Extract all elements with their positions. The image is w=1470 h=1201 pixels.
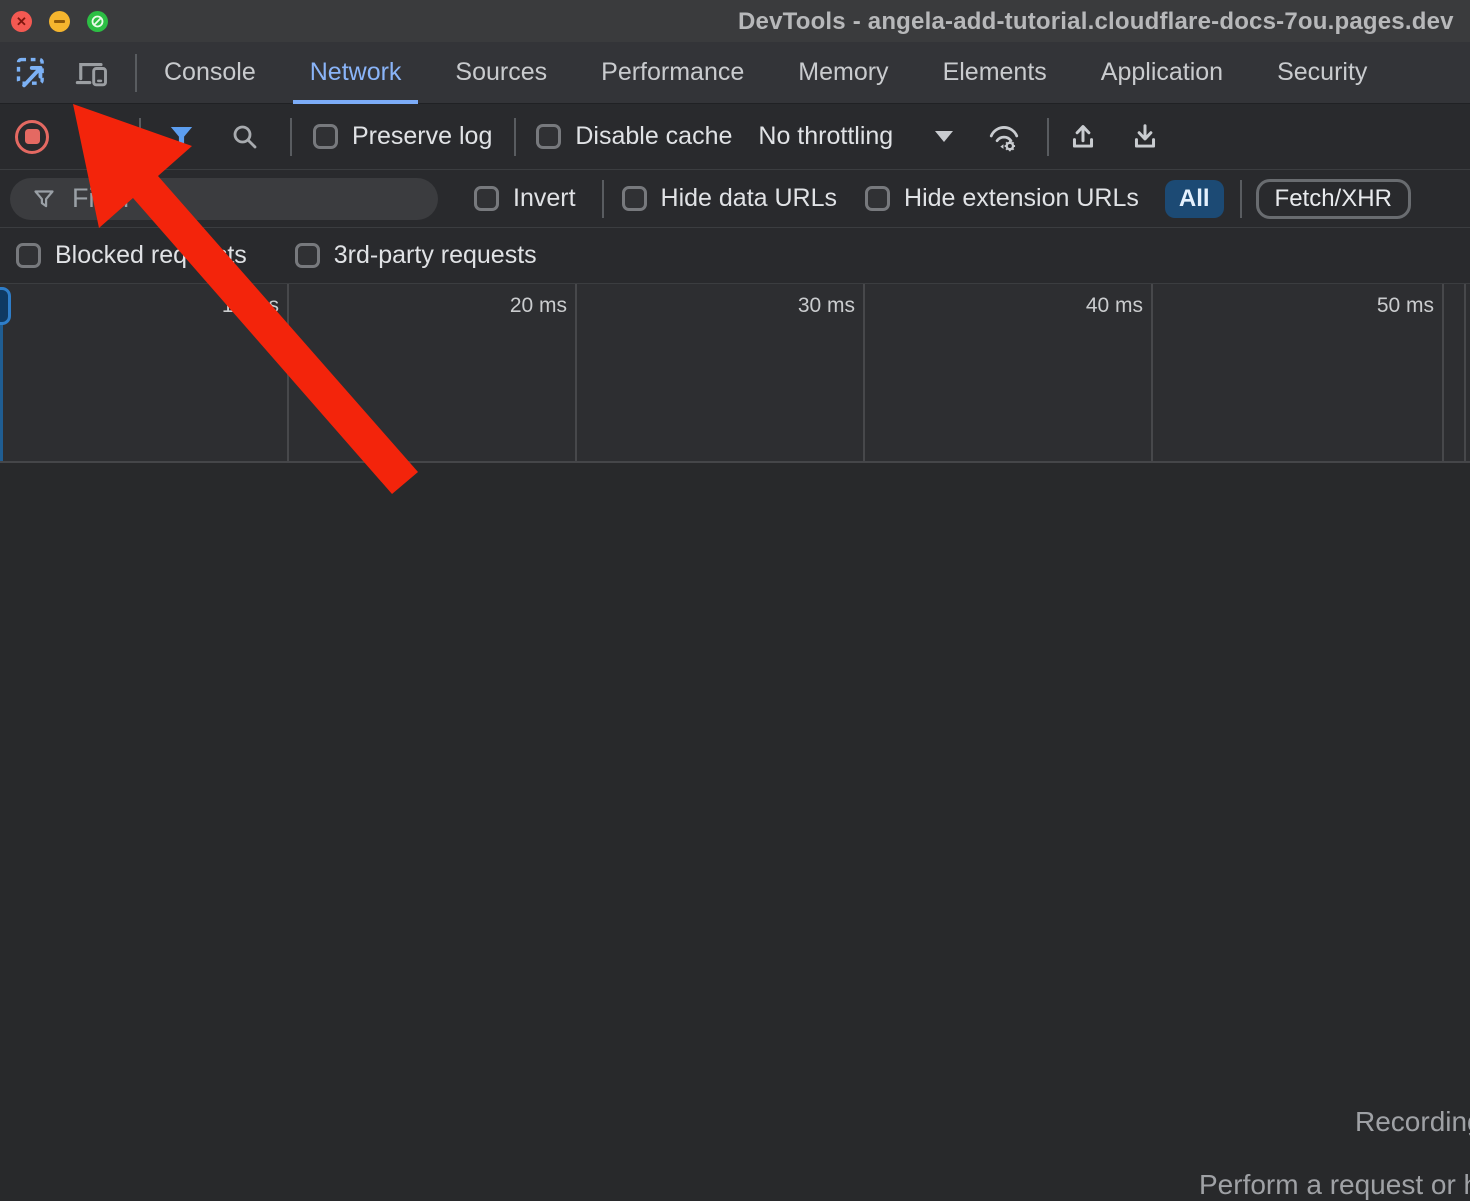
filterbar-separator: [602, 180, 604, 218]
request-type-fetch-xhr-chip[interactable]: Fetch/XHR: [1256, 179, 1411, 219]
search-icon: [231, 123, 259, 151]
toolbar-separator: [1047, 118, 1049, 156]
export-har-button[interactable]: [1129, 121, 1161, 153]
search-button[interactable]: [231, 123, 259, 151]
gridline-30ms: [863, 284, 865, 461]
clear-icon: [80, 122, 110, 152]
network-conditions-button[interactable]: [987, 121, 1021, 153]
gridline-40ms: [1151, 284, 1153, 461]
minimize-icon: [54, 20, 65, 23]
overview-selection-line: [0, 324, 3, 461]
request-type-all-chip[interactable]: All: [1165, 180, 1224, 218]
tick-label: 40 ms: [993, 294, 1143, 318]
toggle-device-toolbar-button[interactable]: [73, 54, 111, 92]
checkbox-box: [16, 243, 41, 268]
filter-funnel-outline-icon: [32, 187, 56, 211]
tick-label: 10 ms: [129, 294, 279, 318]
close-window-button[interactable]: ✕: [11, 11, 32, 32]
filter-input[interactable]: [72, 183, 412, 214]
tick-label: 20 ms: [417, 294, 567, 318]
window-titlebar: ✕ DevTools - angela-add-tutorial.cloudfl…: [0, 0, 1470, 42]
toolbar-separator: [139, 118, 141, 156]
traffic-lights: ✕: [11, 11, 108, 32]
invert-checkbox[interactable]: Invert: [474, 184, 576, 213]
overview-right-edge: [1464, 284, 1466, 461]
zoom-window-button[interactable]: [87, 11, 108, 32]
hide-data-urls-checkbox[interactable]: Hide data URLs: [622, 184, 837, 213]
tab-application[interactable]: Application: [1074, 42, 1250, 104]
device-toolbar-icon: [74, 55, 110, 91]
checkbox-box: [313, 124, 338, 149]
checkbox-box: [622, 186, 647, 211]
checkbox-box: [474, 186, 499, 211]
tab-security[interactable]: Security: [1250, 42, 1394, 104]
filter-toggle-button[interactable]: [168, 123, 195, 150]
window-title: DevTools - angela-add-tutorial.cloudflar…: [738, 8, 1454, 36]
upload-icon: [1067, 121, 1099, 153]
checkbox-box: [536, 124, 561, 149]
network-toolbar: Preserve log Disable cache No throttling: [0, 104, 1470, 170]
network-filter-bar-2: Blocked requests 3rd-party requests: [0, 228, 1470, 284]
tab-sources[interactable]: Sources: [428, 42, 574, 104]
fullscreen-disabled-icon: [87, 11, 108, 32]
filterbar-separator: [1240, 180, 1242, 218]
blocked-requests-checkbox[interactable]: Blocked requests: [16, 241, 247, 270]
disable-cache-checkbox[interactable]: Disable cache: [536, 122, 732, 151]
checkbox-box: [295, 243, 320, 268]
minimize-window-button[interactable]: [49, 11, 70, 32]
tab-network[interactable]: Network: [283, 42, 429, 104]
wifi-gear-icon: [987, 121, 1021, 153]
gridline-20ms: [575, 284, 577, 461]
download-icon: [1129, 121, 1161, 153]
empty-state-recording-text: Recording network activity…: [1355, 1106, 1470, 1138]
gridline-10ms: [287, 284, 289, 461]
overview-selection-handle[interactable]: [0, 287, 11, 325]
third-party-requests-checkbox[interactable]: 3rd-party requests: [295, 241, 537, 270]
filter-input-wrapper[interactable]: [10, 178, 438, 220]
tab-performance[interactable]: Performance: [574, 42, 771, 104]
filter-funnel-icon: [168, 123, 195, 150]
throttling-select[interactable]: No throttling: [758, 122, 953, 151]
clear-network-log-button[interactable]: [80, 122, 110, 152]
hide-extension-urls-checkbox[interactable]: Hide extension URLs: [865, 184, 1139, 213]
inspect-cursor-icon: [14, 55, 50, 91]
devtools-tabbar: Console Network Sources Performance Memo…: [0, 42, 1470, 104]
record-network-log-button[interactable]: [15, 120, 49, 154]
inspect-element-button[interactable]: [13, 54, 51, 92]
preserve-log-checkbox[interactable]: Preserve log: [313, 122, 492, 151]
toolbar-separator: [290, 118, 292, 156]
checkbox-box: [865, 186, 890, 211]
import-har-button[interactable]: [1067, 121, 1099, 153]
tab-memory[interactable]: Memory: [771, 42, 915, 104]
tick-label: 30 ms: [705, 294, 855, 318]
network-filter-bar: Invert Hide data URLs Hide extension URL…: [0, 170, 1470, 228]
tab-elements[interactable]: Elements: [916, 42, 1074, 104]
empty-state-hint-text: Perform a request or hit ⌘ R to record t…: [1199, 1168, 1470, 1201]
toolbar-separator: [514, 118, 516, 156]
gridline-50ms: [1442, 284, 1444, 461]
chevron-down-icon: [935, 131, 953, 142]
tab-console[interactable]: Console: [137, 42, 283, 104]
tick-label: 50 ms: [1284, 294, 1434, 318]
stop-recording-icon: [25, 129, 40, 144]
close-icon: ✕: [16, 15, 27, 28]
network-overview-timeline[interactable]: 10 ms 20 ms 30 ms 40 ms 50 ms: [0, 284, 1470, 463]
network-log-panel: Recording network activity… Perform a re…: [0, 465, 1470, 960]
